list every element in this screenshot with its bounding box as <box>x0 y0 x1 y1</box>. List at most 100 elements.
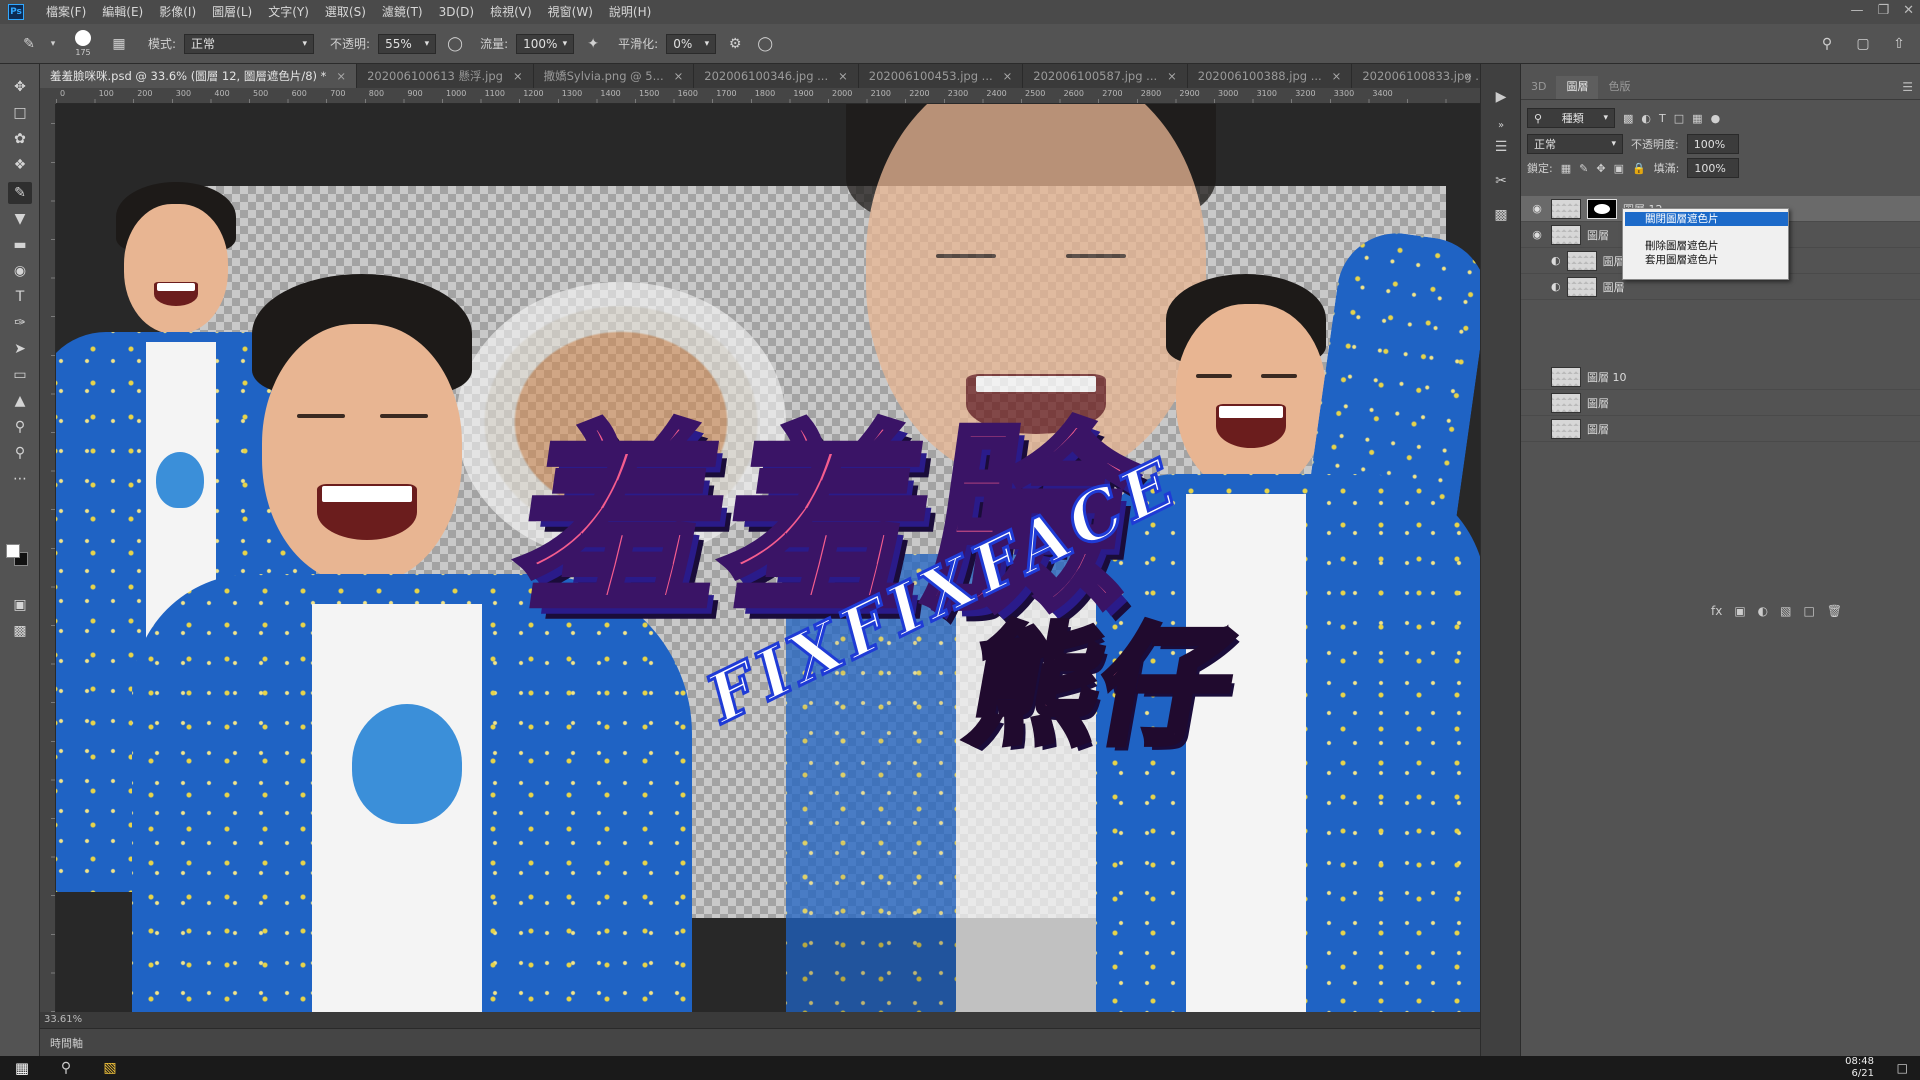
opacity-field[interactable]: 55% ▾ <box>378 33 437 54</box>
play-icon[interactable]: ▶ <box>1490 86 1512 108</box>
add-mask-icon[interactable]: ▣ <box>1734 604 1745 618</box>
blend-mode-select[interactable]: 正常 ▾ <box>1527 134 1623 154</box>
lock-position-icon[interactable]: ✥ <box>1596 162 1605 175</box>
filter-adjust-icon[interactable]: ◐ <box>1641 112 1651 125</box>
menu-select[interactable]: 選取(S) <box>317 0 374 24</box>
eye-icon[interactable]: ◉ <box>1529 202 1545 215</box>
menu-item-delete-mask[interactable]: 刪除圖層遮色片 <box>1625 239 1788 253</box>
properties-icon[interactable]: ☰ <box>1490 136 1512 158</box>
airbrush-icon[interactable]: ✦ <box>582 33 604 55</box>
lasso-tool-icon[interactable]: ✿ <box>8 128 32 150</box>
notification-icon[interactable]: □ <box>1897 1061 1908 1075</box>
adjustment-layer-icon[interactable]: ◐ <box>1758 604 1768 618</box>
close-icon[interactable]: × <box>1167 64 1177 88</box>
menu-item-disable-mask[interactable]: 關閉圖層遮色片 <box>1625 212 1788 226</box>
menu-3d[interactable]: 3D(D) <box>431 0 482 24</box>
gear-icon[interactable]: ⚙ <box>724 33 746 55</box>
close-icon[interactable]: × <box>1332 64 1342 88</box>
layer-name[interactable]: 圖層 <box>1603 279 1625 295</box>
pen-tool-icon[interactable]: ✑ <box>8 312 32 334</box>
menu-type[interactable]: 文字(Y) <box>260 0 317 24</box>
layer-name[interactable]: 圖層 10 <box>1587 369 1627 385</box>
menu-filter[interactable]: 濾鏡(T) <box>374 0 431 24</box>
zoom-in-tool-icon[interactable]: ⚲ <box>8 416 32 438</box>
photoshop-app-icon[interactable]: Ps <box>8 4 24 20</box>
workspace-icon[interactable]: ▢ <box>1852 33 1874 55</box>
horizontal-ruler[interactable]: 0 100 200 300 400 500 600 700 800 900 1000 1100 1200… <box>56 88 1480 104</box>
menu-help[interactable]: 說明(H) <box>601 0 659 24</box>
lock-artboard-icon[interactable]: ▣ <box>1614 162 1624 175</box>
menu-view[interactable]: 檢視(V) <box>482 0 540 24</box>
timeline-tab[interactable]: 時間軸 <box>50 1035 83 1051</box>
tab-channels[interactable]: 色版 <box>1598 76 1640 99</box>
tab-layers[interactable]: 圖層 <box>1556 76 1599 99</box>
layer-thumbnail[interactable] <box>1551 198 1581 219</box>
pressure-opacity-icon[interactable]: ◯ <box>444 33 466 55</box>
path-select-tool-icon[interactable]: ➤ <box>8 338 32 360</box>
filter-shape-icon[interactable]: □ <box>1674 112 1684 125</box>
trash-icon[interactable]: 🗑 <box>1827 604 1842 618</box>
paint-bucket-tool-icon[interactable]: ◉ <box>8 260 32 282</box>
close-icon[interactable]: × <box>838 64 848 88</box>
type-tool-icon[interactable]: T <box>8 286 32 308</box>
layer-name[interactable]: 圖層 <box>1587 227 1609 243</box>
close-icon[interactable]: × <box>1003 64 1013 88</box>
lock-pixels-icon[interactable]: ✎ <box>1579 162 1588 175</box>
scissors-icon[interactable]: ✂ <box>1490 170 1512 192</box>
chevron-down-icon[interactable]: ▾ <box>48 33 58 55</box>
eraser-tool-icon[interactable]: ▬ <box>8 234 32 256</box>
menu-window[interactable]: 視窗(W) <box>540 0 601 24</box>
tab-document-5[interactable]: 202006100453.jpg ... × <box>859 64 1024 88</box>
tab-document-3[interactable]: 撒嬌Sylvia.png @ 5... × <box>534 64 695 88</box>
layer-thumbnail[interactable] <box>1551 366 1581 387</box>
brush-tool-icon[interactable]: ✎ <box>8 182 32 204</box>
marquee-tool-icon[interactable]: □ <box>8 102 32 124</box>
quick-mask-icon[interactable]: ▣ <box>8 594 32 616</box>
filter-smart-icon[interactable]: ▦ <box>1692 112 1702 125</box>
quick-select-tool-icon[interactable]: ❖ <box>8 154 32 176</box>
layer-opacity-field[interactable]: 100% <box>1686 134 1739 154</box>
menu-file[interactable]: 檔案(F) <box>38 0 94 24</box>
triangle-tool-icon[interactable]: ▲ <box>8 390 32 412</box>
new-layer-icon[interactable]: □ <box>1804 604 1815 618</box>
tab-3d[interactable]: 3D <box>1521 76 1556 99</box>
brush-tool-icon[interactable]: ✎ <box>18 33 40 55</box>
vertical-ruler[interactable] <box>40 104 56 1012</box>
fx-icon[interactable]: fx <box>1711 604 1722 618</box>
brush-preset-picker[interactable]: 175 <box>66 30 100 57</box>
tab-document-2[interactable]: 202006100613 懸浮.jpg × <box>357 64 534 88</box>
collapse-icon[interactable]: » <box>1490 114 1512 136</box>
system-clock[interactable]: 08:48 6/21 <box>1845 1056 1874 1080</box>
close-icon[interactable]: ✕ <box>1903 0 1914 22</box>
stamp-tool-icon[interactable]: ▼ <box>8 208 32 230</box>
minimize-icon[interactable]: — <box>1850 0 1863 22</box>
ruler-origin[interactable] <box>40 88 56 104</box>
layer-thumbnail[interactable] <box>1566 276 1597 297</box>
zoom-level[interactable]: 33.61% <box>44 1014 82 1025</box>
foreground-color-swatch[interactable] <box>6 544 20 558</box>
layer-thumbnail[interactable] <box>1551 392 1581 413</box>
rectangle-tool-icon[interactable]: ▭ <box>8 364 32 386</box>
layer-thumbnail[interactable] <box>1566 250 1597 271</box>
close-icon[interactable]: × <box>336 64 346 88</box>
tab-document-1[interactable]: 羞羞臉咪咪.psd @ 33.6% (圖層 12, 圖層遮色片/8) * × <box>40 64 358 88</box>
more-tools-icon[interactable]: ⋯ <box>8 468 32 490</box>
layer-thumbnail[interactable] <box>1551 224 1581 245</box>
screen-mode-icon[interactable]: ▩ <box>8 620 32 642</box>
menu-layer[interactable]: 圖層(L) <box>204 0 260 24</box>
layer-thumbnail[interactable] <box>1551 418 1581 439</box>
zoom-tool-icon[interactable]: ⚲ <box>8 442 32 464</box>
share-icon[interactable]: ⇧ <box>1888 33 1910 55</box>
layer-row[interactable]: 圖層 10 <box>1521 364 1920 390</box>
flow-field[interactable]: 100% ▾ <box>516 33 575 54</box>
filter-pixel-icon[interactable]: ▩ <box>1623 112 1633 125</box>
windows-start-icon[interactable]: ▦ <box>0 1059 44 1077</box>
group-folder-icon[interactable]: ▧ <box>1780 604 1791 618</box>
filter-type-icon[interactable]: T <box>1659 112 1666 125</box>
menu-item-apply-mask[interactable]: 套用圖層遮色片 <box>1625 253 1788 267</box>
menu-edit[interactable]: 編輯(E) <box>94 0 151 24</box>
tab-document-4[interactable]: 202006100346.jpg ... × <box>694 64 859 88</box>
mode-select[interactable]: 正常 ▾ <box>184 33 315 54</box>
pressure-size-icon[interactable]: ◯ <box>754 33 776 55</box>
layer-row[interactable]: 圖層 <box>1521 416 1920 442</box>
